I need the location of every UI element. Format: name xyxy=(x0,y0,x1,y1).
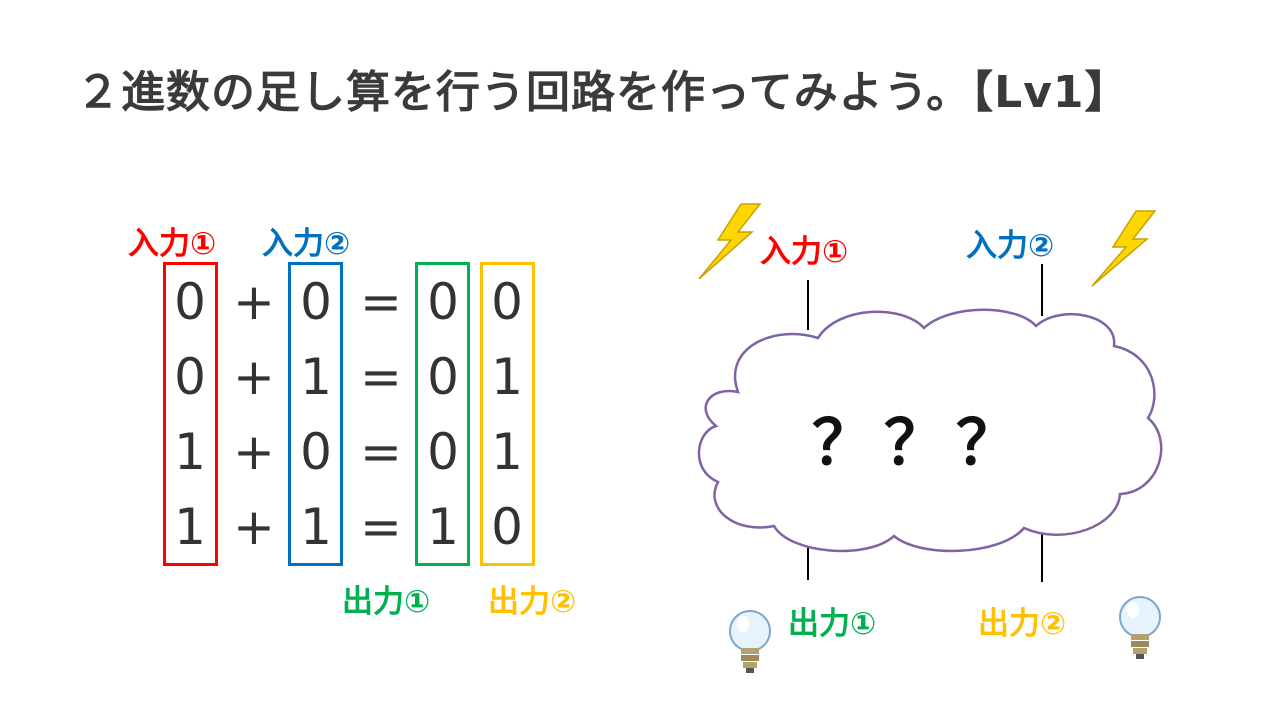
light-bulb-icon xyxy=(729,610,771,673)
circuit-output2-label: 出力② xyxy=(978,606,1067,642)
light-bulb-icon xyxy=(1119,596,1161,659)
circuit-diagram xyxy=(697,203,1163,673)
lightning-icon xyxy=(698,203,762,280)
unknown-circuit-text: ？？？ xyxy=(811,406,1028,479)
circuit-input1-label: 入力① xyxy=(760,234,849,270)
circuit-output1-label: 出力① xyxy=(788,606,877,642)
circuit-input2-label: 入力② xyxy=(966,228,1055,264)
lightning-icon xyxy=(1091,210,1157,287)
